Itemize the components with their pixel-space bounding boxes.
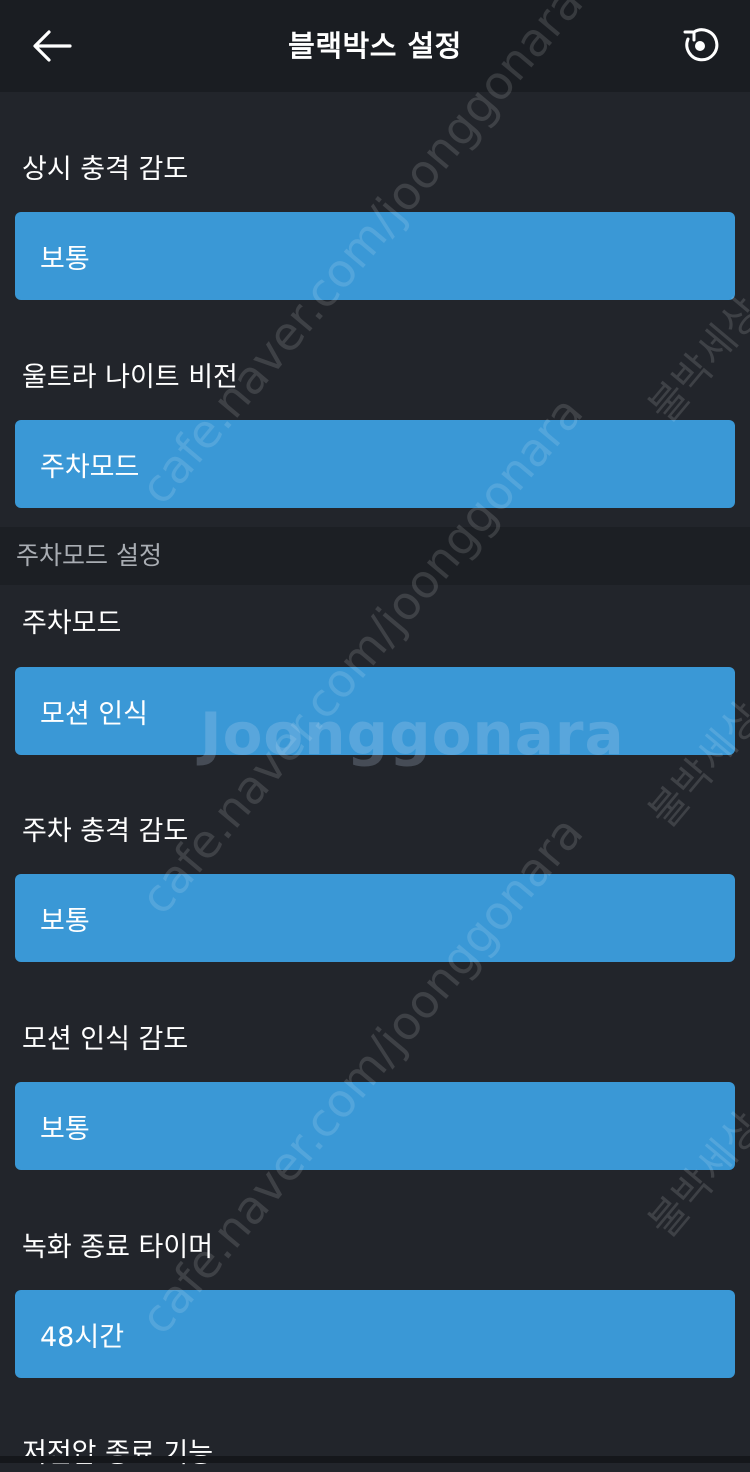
app-bar: 블랙박스 설정 [0,0,750,92]
setting-label-motion-sensitivity: 모션 인식 감도 [22,1024,189,1055]
parking-mode-select[interactable]: 모션 인식 [15,667,735,755]
setting-label-recording-end-timer: 녹화 종료 타이머 [22,1232,214,1263]
settings-content: 상시 충격 감도 보통 울트라 나이트 비전 주차모드 주차모드 설정 주차모드… [0,92,750,1469]
always-impact-sensitivity-select[interactable]: 보통 [15,212,735,300]
recording-end-timer-select[interactable]: 48시간 [15,1290,735,1378]
reset-icon [683,28,719,62]
parking-impact-sensitivity-select[interactable]: 보통 [15,874,735,962]
page-title: 블랙박스 설정 [288,29,462,63]
motion-sensitivity-select[interactable]: 보통 [15,1082,735,1170]
setting-label-ultra-night-vision: 울트라 나이트 비전 [22,362,238,393]
ultra-night-vision-select[interactable]: 주차모드 [15,420,735,508]
reset-button[interactable] [670,16,730,76]
bottom-edge [0,1456,750,1463]
section-header-parking-mode: 주차모드 설정 [0,527,750,585]
arrow-left-icon [33,30,72,62]
setting-label-low-voltage-shutoff: 저전압 종료 기능 [22,1438,214,1469]
back-button[interactable] [22,18,82,74]
setting-label-always-impact-sensitivity: 상시 충격 감도 [22,154,189,185]
setting-label-parking-mode: 주차모드 [22,608,122,639]
setting-label-parking-impact-sensitivity: 주차 충격 감도 [22,816,189,847]
